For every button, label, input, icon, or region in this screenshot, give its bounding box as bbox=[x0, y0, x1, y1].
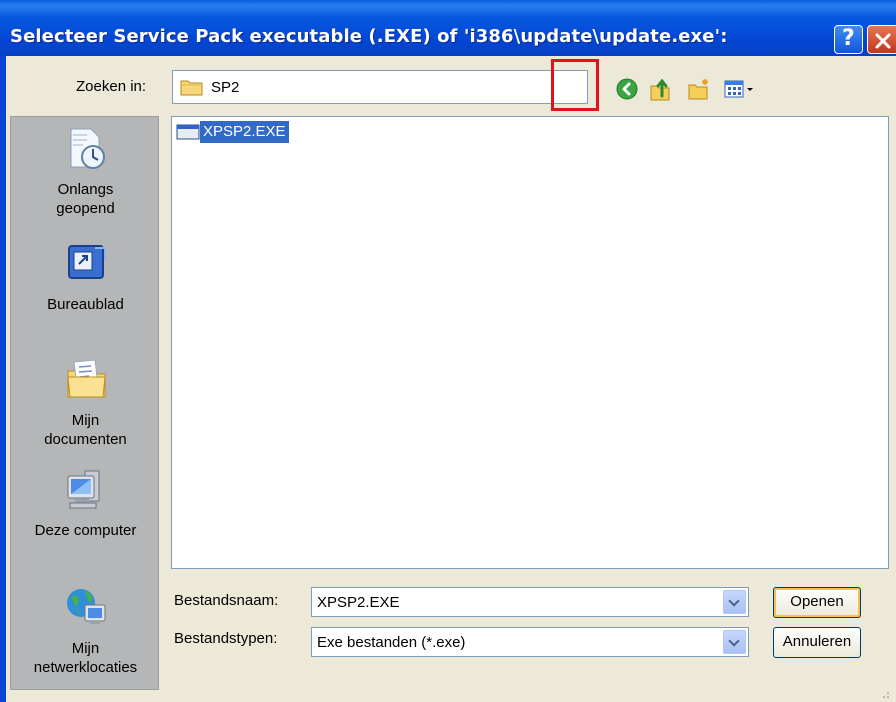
place-desktop[interactable]: Bureaublad bbox=[11, 243, 160, 323]
filetype-label: Bestandstypen: bbox=[174, 630, 278, 647]
filetype-select[interactable]: Exe bestanden (*.exe) bbox=[311, 627, 749, 657]
lookin-combobox[interactable]: SP2 bbox=[172, 70, 757, 171]
place-label: Mijn bbox=[71, 412, 100, 429]
place-label: documenten bbox=[44, 431, 127, 448]
help-button[interactable]: ? bbox=[834, 25, 863, 54]
up-folder-button[interactable] bbox=[648, 76, 674, 102]
filename-value: XPSP2.EXE bbox=[317, 594, 400, 611]
place-network[interactable]: Mijn netwerklocaties bbox=[11, 585, 160, 685]
place-recent[interactable]: Onlangs geopend bbox=[11, 127, 160, 237]
place-label: netwerklocaties bbox=[33, 659, 138, 676]
place-label: Bureaublad bbox=[47, 296, 124, 313]
file-list[interactable]: XPSP2.EXE bbox=[171, 116, 889, 569]
title-bar[interactable]: Selecteer Service Pack executable (.EXE)… bbox=[0, 0, 896, 56]
network-places-icon bbox=[67, 589, 106, 624]
resize-grip-icon[interactable] bbox=[878, 690, 890, 700]
place-label: geopend bbox=[56, 200, 115, 217]
cancel-button[interactable]: Annuleren bbox=[773, 627, 861, 658]
views-menu-button[interactable] bbox=[722, 76, 762, 102]
chevron-down-icon bbox=[728, 635, 740, 647]
file-open-dialog: Selecteer Service Pack executable (.EXE)… bbox=[0, 0, 896, 702]
highlight-annotation-box bbox=[551, 59, 599, 111]
recent-documents-icon bbox=[70, 128, 105, 169]
close-button[interactable] bbox=[867, 25, 896, 54]
place-label: Deze computer bbox=[34, 522, 137, 539]
open-button[interactable]: Openen bbox=[773, 587, 861, 618]
place-my-computer[interactable]: Deze computer bbox=[11, 469, 160, 549]
filename-dropdown-button[interactable] bbox=[723, 590, 746, 614]
filetype-value: Exe bestanden (*.exe) bbox=[317, 634, 466, 651]
file-name: XPSP2.EXE bbox=[200, 121, 289, 143]
place-my-documents[interactable]: Mijn documenten bbox=[11, 357, 160, 457]
places-bar: Onlangs geopend Bureaublad Mijn document… bbox=[10, 116, 159, 690]
executable-icon bbox=[176, 124, 200, 140]
back-button[interactable] bbox=[614, 76, 640, 102]
window-frame bbox=[0, 56, 6, 702]
place-label: Mijn bbox=[71, 640, 100, 657]
help-icon: ? bbox=[842, 26, 855, 51]
close-icon bbox=[875, 33, 891, 49]
new-folder-button[interactable] bbox=[686, 76, 712, 102]
dialog-title: Selecteer Service Pack executable (.EXE)… bbox=[10, 26, 728, 47]
desktop-icon bbox=[68, 245, 106, 279]
filename-field[interactable]: XPSP2.EXE bbox=[311, 587, 749, 617]
folder-icon bbox=[180, 80, 203, 96]
my-documents-icon bbox=[67, 359, 106, 398]
filetype-dropdown-button[interactable] bbox=[723, 630, 746, 654]
chevron-down-icon bbox=[728, 595, 740, 607]
lookin-label: Zoeken in: bbox=[76, 78, 147, 95]
lookin-value: SP2 bbox=[211, 79, 240, 96]
my-computer-icon bbox=[67, 470, 100, 509]
filename-label: Bestandsnaam: bbox=[174, 592, 279, 609]
place-label: Onlangs bbox=[57, 181, 114, 198]
